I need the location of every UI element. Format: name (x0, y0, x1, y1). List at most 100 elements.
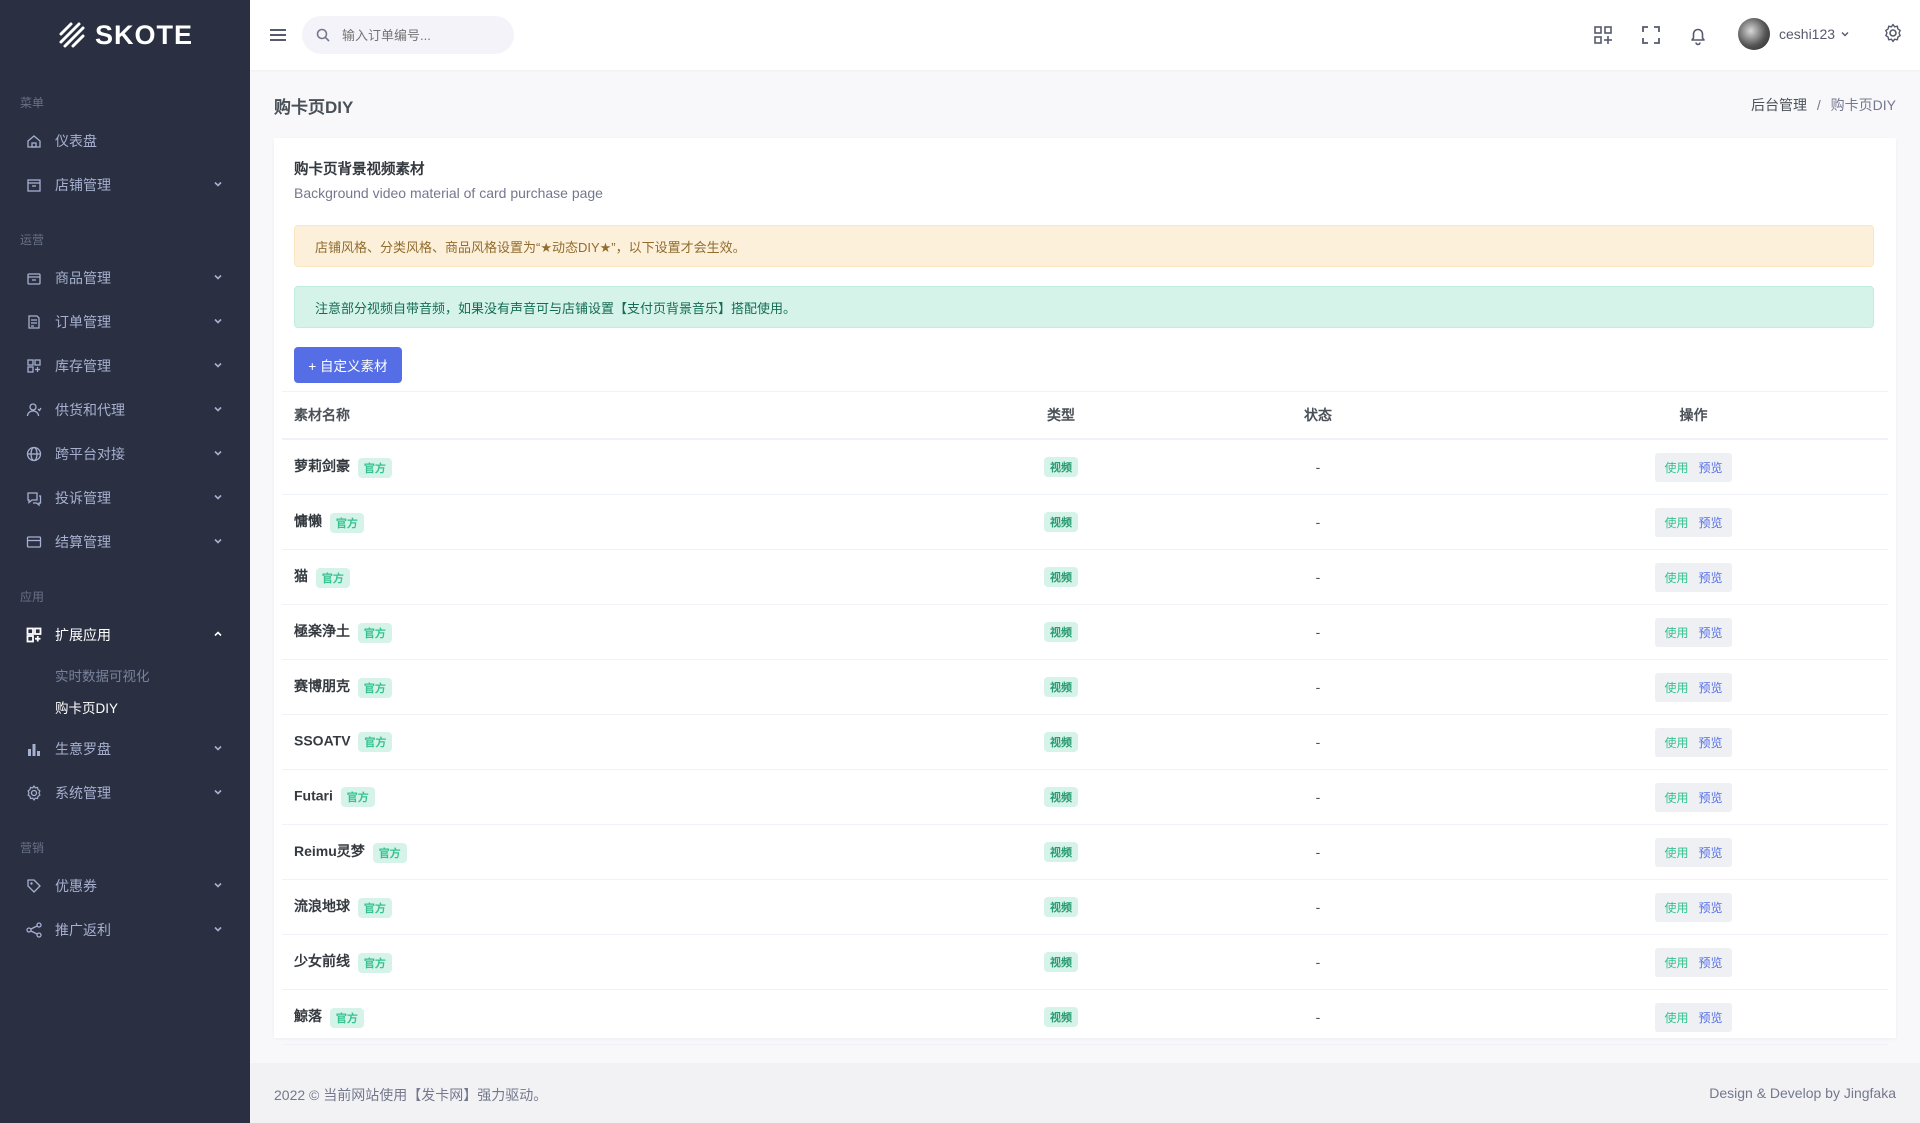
table-row: 萝莉剑豪 官方 视频 - 使用 预览 (282, 439, 1888, 495)
use-button[interactable]: 使用 (1659, 951, 1693, 974)
official-badge: 官方 (357, 952, 392, 973)
official-badge: 官方 (372, 842, 407, 863)
chevron-down-icon (214, 406, 222, 412)
menu-section-title: 应用 (20, 590, 45, 604)
sidebar-item-chat[interactable]: 投诉管理 (0, 476, 250, 520)
breadcrumb-current: 购卡页DIY (1830, 97, 1896, 113)
preview-button[interactable]: 预览 (1694, 456, 1728, 479)
sidebar-item-grid[interactable]: 库存管理 (0, 344, 250, 388)
table-row: 極楽浄土 官方 视频 - 使用 预览 (282, 604, 1888, 660)
bell-icon[interactable] (1687, 24, 1709, 46)
material-name: 慵懒 (294, 513, 322, 530)
material-name: SSOATV (294, 732, 351, 749)
submenu-item[interactable]: 购卡页DIY (0, 691, 250, 723)
type-badge: 视频 (1044, 1007, 1078, 1027)
add-custom-material-button[interactable]: + 自定义素材 (294, 347, 402, 383)
status-cell: - (1137, 439, 1499, 495)
material-name-cell: 猫 官方 (282, 549, 985, 605)
preview-button[interactable]: 预览 (1694, 1006, 1728, 1029)
footer-copyright: 2022 © 当前网站使用【发卡网】强力驱动。 (274, 1087, 548, 1103)
action-button-group: 使用 预览 (1655, 782, 1732, 812)
sidebar-item-user[interactable]: 供货和代理 (0, 388, 250, 432)
actions-cell: 使用 预览 (1499, 549, 1888, 605)
sidebar-item-apps[interactable]: 扩展应用 (0, 613, 250, 657)
material-name: 猫 (294, 568, 308, 585)
preview-button[interactable]: 预览 (1694, 621, 1728, 644)
use-button[interactable]: 使用 (1659, 786, 1693, 809)
fullscreen-icon[interactable] (1640, 24, 1662, 46)
use-button[interactable]: 使用 (1659, 566, 1693, 589)
sidebar-item-label: 仪表盘 (55, 133, 97, 149)
menu-section-title: 营销 (20, 841, 45, 855)
type-cell: 视频 (985, 879, 1137, 935)
preview-button[interactable]: 预览 (1694, 786, 1728, 809)
sidebar-item-bar-chart[interactable]: 生意罗盘 (0, 727, 250, 771)
use-button[interactable]: 使用 (1659, 456, 1693, 479)
actions-cell: 使用 预览 (1499, 604, 1888, 660)
sidebar-item-store[interactable]: 店铺管理 (0, 163, 250, 207)
chevron-up-icon (214, 631, 222, 637)
chevron-down-icon (214, 538, 222, 544)
hamburger-menu-icon[interactable] (268, 25, 288, 45)
sidebar-item-receipt[interactable]: 订单管理 (0, 300, 250, 344)
sidebar: SKOTE 菜单 仪表盘 店铺管理 运营 商品管理 订单管理 库存管理 供货和代理 跨平台对接投… (0, 0, 250, 1123)
submenu-item[interactable]: 实时数据可视化 (0, 659, 250, 691)
bar-chart-icon (25, 740, 43, 758)
material-table: 素材名称 类型 状态 操作 萝莉剑豪 官方 视频 - 使用 预览 慵懒 官方 视… (282, 391, 1888, 1045)
topbar: ceshi123 (250, 0, 1920, 70)
breadcrumb-separator: / (1816, 97, 1821, 113)
type-badge: 视频 (1044, 787, 1078, 807)
action-button-group: 使用 预览 (1655, 672, 1732, 702)
apps-grid-icon[interactable] (1592, 24, 1614, 46)
sidebar-item-gear[interactable]: 系统管理 (0, 771, 250, 815)
sidebar-item-box[interactable]: 商品管理 (0, 256, 250, 300)
sidebar-item-home[interactable]: 仪表盘 (0, 119, 250, 163)
type-cell: 视频 (985, 989, 1137, 1045)
official-badge: 官方 (357, 677, 392, 698)
sidebar-item-tag[interactable]: 优惠券 (0, 864, 250, 908)
preview-button[interactable]: 预览 (1694, 511, 1728, 534)
search-input[interactable] (340, 26, 504, 44)
sidebar-item-label: 系统管理 (55, 785, 111, 801)
sidebar-item-card[interactable]: 结算管理 (0, 520, 250, 564)
use-button[interactable]: 使用 (1659, 1006, 1693, 1029)
use-button[interactable]: 使用 (1659, 841, 1693, 864)
material-name-cell: Reimu灵梦 官方 (282, 824, 985, 880)
type-badge: 视频 (1044, 512, 1078, 532)
sidebar-item-label: 商品管理 (55, 270, 111, 286)
warning-alert: 店铺风格、分类风格、商品风格设置为“★动态DIY★”，以下设置才会生效。 (294, 225, 1874, 267)
brand-logo[interactable]: SKOTE (0, 0, 250, 70)
preview-button[interactable]: 预览 (1694, 566, 1728, 589)
use-button[interactable]: 使用 (1659, 731, 1693, 754)
chevron-down-icon (214, 362, 222, 368)
official-badge: 官方 (329, 1007, 364, 1028)
gear-icon[interactable] (1882, 22, 1904, 44)
sidebar-item-globe[interactable]: 跨平台对接 (0, 432, 250, 476)
actions-cell: 使用 预览 (1499, 439, 1888, 495)
action-button-group: 使用 预览 (1655, 947, 1732, 977)
chevron-down-icon (214, 926, 222, 932)
type-cell: 视频 (985, 769, 1137, 825)
sidebar-item-label: 推广返利 (55, 922, 111, 938)
chevron-down-icon (214, 181, 222, 187)
actions-cell: 使用 预览 (1499, 659, 1888, 715)
preview-button[interactable]: 预览 (1694, 731, 1728, 754)
breadcrumb-link-admin[interactable]: 后台管理 (1751, 97, 1807, 113)
user-dropdown[interactable]: ceshi123 (1738, 18, 1850, 50)
sidebar-menu: 菜单 仪表盘 店铺管理 运营 商品管理 订单管理 库存管理 供货和代理 跨平台对接 投诉管理 结算管… (0, 70, 250, 952)
use-button[interactable]: 使用 (1659, 511, 1693, 534)
use-button[interactable]: 使用 (1659, 621, 1693, 644)
use-button[interactable]: 使用 (1659, 676, 1693, 699)
use-button[interactable]: 使用 (1659, 896, 1693, 919)
preview-button[interactable]: 预览 (1694, 951, 1728, 974)
sidebar-item-share[interactable]: 推广返利 (0, 908, 250, 952)
preview-button[interactable]: 预览 (1694, 841, 1728, 864)
apps-icon (25, 626, 43, 644)
actions-cell: 使用 预览 (1499, 769, 1888, 825)
table-row: 流浪地球 官方 视频 - 使用 预览 (282, 879, 1888, 935)
material-name-cell: 萝莉剑豪 官方 (282, 439, 985, 495)
preview-button[interactable]: 预览 (1694, 896, 1728, 919)
preview-button[interactable]: 预览 (1694, 676, 1728, 699)
type-badge: 视频 (1044, 897, 1078, 917)
sidebar-item-label: 店铺管理 (55, 177, 111, 193)
